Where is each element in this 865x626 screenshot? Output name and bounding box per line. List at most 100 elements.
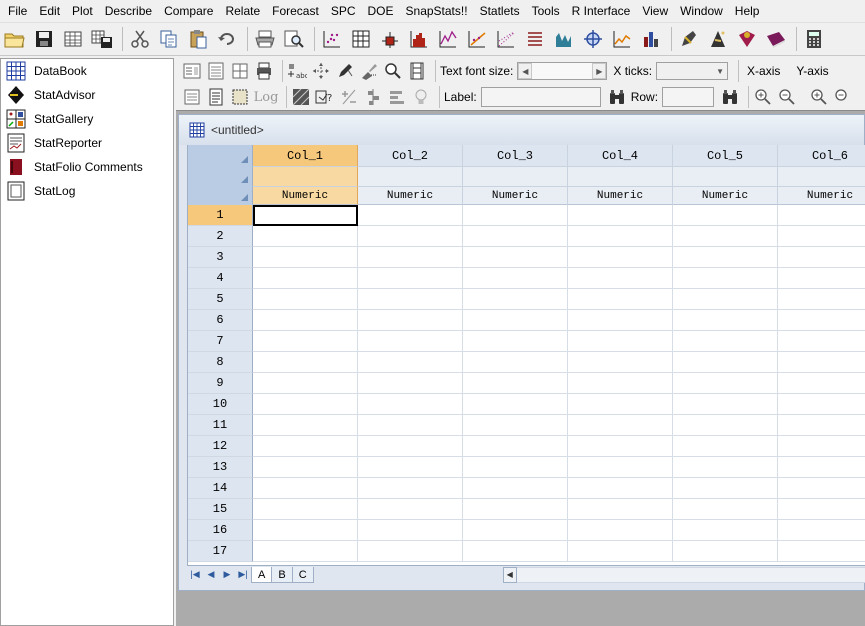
- table-cell[interactable]: [568, 289, 673, 310]
- table-cell[interactable]: [358, 352, 463, 373]
- crosshair-icon[interactable]: [580, 26, 606, 52]
- zoom-icon[interactable]: [383, 61, 403, 81]
- table-cell[interactable]: [253, 352, 358, 373]
- table-cell[interactable]: [253, 289, 358, 310]
- table-cell[interactable]: [568, 331, 673, 352]
- row-header[interactable]: 2: [188, 226, 253, 247]
- column-header-col-6[interactable]: Col_6: [778, 145, 865, 167]
- move-arrows-icon[interactable]: [311, 61, 331, 81]
- print-preview-icon[interactable]: [281, 26, 307, 52]
- x-axis-button[interactable]: X-axis: [747, 64, 780, 78]
- column-type-col-5[interactable]: Numeric: [673, 187, 778, 205]
- film-strip-icon[interactable]: [407, 61, 427, 81]
- table-cell[interactable]: [253, 541, 358, 562]
- nav-item-statlog[interactable]: StatLog: [1, 179, 173, 203]
- table-options-icon[interactable]: [206, 61, 226, 81]
- table-cell[interactable]: [568, 352, 673, 373]
- area-chart-icon[interactable]: [551, 26, 577, 52]
- table-cell[interactable]: [673, 289, 778, 310]
- table-cell[interactable]: [358, 520, 463, 541]
- table-cell[interactable]: [463, 415, 568, 436]
- table-cell[interactable]: [253, 373, 358, 394]
- table-cell[interactable]: [673, 226, 778, 247]
- histogram-icon[interactable]: [406, 26, 432, 52]
- row-header[interactable]: 8: [188, 352, 253, 373]
- label-input[interactable]: [480, 87, 601, 107]
- calculator-icon[interactable]: [801, 26, 827, 52]
- save-icon[interactable]: [31, 26, 57, 52]
- lightbulb-icon[interactable]: [411, 87, 431, 107]
- identify-point-icon[interactable]: ?: [315, 87, 335, 107]
- print-pane-icon[interactable]: [254, 61, 274, 81]
- table-cell[interactable]: [358, 436, 463, 457]
- copy-icon[interactable]: [156, 26, 182, 52]
- table-cell[interactable]: [358, 226, 463, 247]
- table-cell[interactable]: [253, 247, 358, 268]
- dotted-frame-icon[interactable]: [230, 87, 250, 107]
- menu-view[interactable]: View: [636, 0, 674, 22]
- table-cell[interactable]: [778, 436, 865, 457]
- table-cell[interactable]: [778, 289, 865, 310]
- sheet-tab-c[interactable]: C: [291, 566, 314, 583]
- table-cell[interactable]: [568, 541, 673, 562]
- window-title-bar[interactable]: <untitled>: [179, 115, 864, 145]
- last-sheet-icon[interactable]: ▶|: [235, 567, 251, 583]
- column-comment-cell[interactable]: [568, 167, 673, 187]
- table-cell[interactable]: [253, 436, 358, 457]
- menu-compare[interactable]: Compare: [158, 0, 219, 22]
- document-lines-icon[interactable]: [182, 87, 202, 107]
- table-cell[interactable]: [358, 373, 463, 394]
- table-cell[interactable]: [463, 520, 568, 541]
- table-cell[interactable]: [673, 457, 778, 478]
- table-cell[interactable]: [358, 289, 463, 310]
- align-bars-icon[interactable]: [363, 87, 383, 107]
- table-cell[interactable]: [778, 457, 865, 478]
- table-cell[interactable]: [463, 310, 568, 331]
- column-header-col-3[interactable]: Col_3: [463, 145, 568, 167]
- first-sheet-icon[interactable]: |◀: [187, 567, 203, 583]
- grouped-bar-icon[interactable]: [638, 26, 664, 52]
- table-cell[interactable]: [463, 289, 568, 310]
- scatterplot-icon[interactable]: [319, 26, 345, 52]
- zoom-out-icon[interactable]: [833, 87, 853, 107]
- menu-statlets[interactable]: Statlets: [474, 0, 526, 22]
- table-cell[interactable]: [673, 415, 778, 436]
- table-cell[interactable]: [778, 373, 865, 394]
- table-cell[interactable]: [673, 268, 778, 289]
- table-cell[interactable]: [463, 352, 568, 373]
- nav-item-statreporter[interactable]: StatReporter: [1, 131, 173, 155]
- table-cell[interactable]: [358, 415, 463, 436]
- menu-tools[interactable]: Tools: [526, 0, 566, 22]
- table-cell[interactable]: [463, 457, 568, 478]
- table-cell[interactable]: [778, 310, 865, 331]
- table-cell[interactable]: [673, 478, 778, 499]
- decrease-arrow-icon[interactable]: ◀: [518, 63, 533, 79]
- zoom-out-icon[interactable]: [777, 87, 797, 107]
- open-folder-icon[interactable]: [2, 26, 28, 52]
- regression-plot-icon[interactable]: [464, 26, 490, 52]
- draw-pen-icon[interactable]: [335, 61, 355, 81]
- y-axis-button[interactable]: Y-axis: [796, 64, 828, 78]
- row-header[interactable]: 15: [188, 499, 253, 520]
- select-all-corner[interactable]: [188, 145, 253, 167]
- row-header[interactable]: 10: [188, 394, 253, 415]
- table-cell[interactable]: [568, 499, 673, 520]
- row-header[interactable]: 17: [188, 541, 253, 562]
- hatch-fill-icon[interactable]: [291, 87, 311, 107]
- wizard-icon[interactable]: [705, 26, 731, 52]
- row-header[interactable]: 3: [188, 247, 253, 268]
- menu-r-interface[interactable]: R Interface: [566, 0, 637, 22]
- nav-item-databook[interactable]: DataBook: [1, 59, 173, 83]
- table-cell[interactable]: [568, 247, 673, 268]
- grid-layout-icon[interactable]: [230, 61, 250, 81]
- table-cell[interactable]: [568, 394, 673, 415]
- table-cell[interactable]: [463, 478, 568, 499]
- book-icon[interactable]: [763, 26, 789, 52]
- column-comment-cell[interactable]: [358, 167, 463, 187]
- horizontal-scrollbar[interactable]: [516, 566, 865, 583]
- menu-doe[interactable]: DOE: [362, 0, 400, 22]
- trend-chart-icon[interactable]: [609, 26, 635, 52]
- table-cell[interactable]: [778, 394, 865, 415]
- plus-minus-icon[interactable]: [339, 87, 359, 107]
- table-cell[interactable]: [568, 436, 673, 457]
